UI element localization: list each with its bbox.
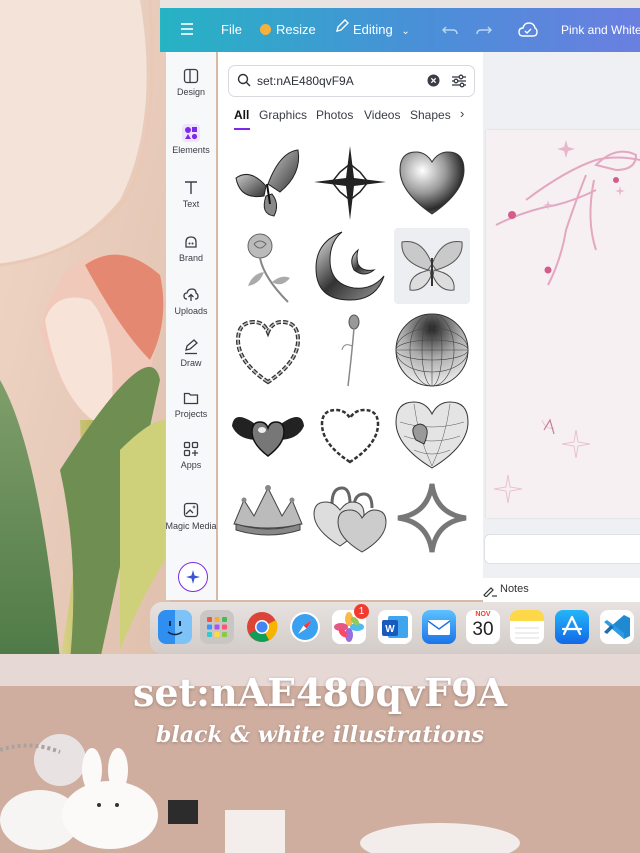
tab-shapes[interactable]: Shapes — [410, 108, 451, 122]
editing-label: Editing — [353, 22, 393, 37]
active-tab-indicator — [234, 128, 250, 130]
sidebar-item-text[interactable]: Text — [166, 180, 216, 209]
search-icon — [237, 73, 251, 92]
chevron-down-icon: ⌄ — [401, 26, 410, 37]
launchpad-icon[interactable] — [200, 610, 234, 644]
apps-icon — [166, 441, 216, 457]
sidebar-item-apps[interactable]: Apps — [166, 441, 216, 470]
chrome-icon[interactable] — [245, 610, 279, 644]
sidebar-item-uploads[interactable]: Uploads — [166, 287, 216, 316]
search-input[interactable]: set:nAE480qvF9A — [228, 65, 475, 97]
svg-text:W: W — [385, 624, 395, 635]
notes-button[interactable]: Notes — [500, 583, 529, 595]
pencil-icon — [335, 7, 349, 51]
sidebar-label-apps: Apps — [180, 460, 202, 470]
elements-panel: set:nAE480qvF9A All Graphics Photos Vide… — [218, 52, 483, 600]
mail-icon[interactable] — [422, 610, 456, 644]
caption-title: set:nAE480qvF9A — [132, 670, 508, 715]
redo-icon[interactable] — [476, 8, 493, 52]
notes-icon — [483, 584, 497, 602]
sidebar-label-projects: Projects — [174, 409, 208, 419]
sparkle-icon — [179, 570, 207, 595]
app-store-icon[interactable] — [555, 610, 589, 644]
element-sparkle-star[interactable] — [394, 480, 470, 556]
element-chain-heart[interactable] — [230, 312, 306, 388]
tab-all[interactable]: All — [234, 108, 249, 122]
draw-icon — [166, 339, 216, 355]
safari-icon[interactable] — [288, 610, 322, 644]
hamburger-icon[interactable] — [180, 8, 194, 52]
crown-badge-icon — [260, 24, 271, 36]
elements-icon — [166, 124, 216, 142]
project-title[interactable]: Pink and White — [561, 8, 640, 52]
sidebar-item-design[interactable]: Design — [166, 68, 216, 97]
tab-videos[interactable]: Videos — [364, 108, 400, 122]
file-menu-button[interactable]: File — [221, 8, 242, 52]
element-crown[interactable] — [230, 480, 306, 556]
uploads-icon — [166, 287, 216, 303]
element-chrome-heart[interactable] — [394, 144, 470, 220]
sidebar-item-brand[interactable]: Brand — [166, 234, 216, 263]
vscode-icon[interactable] — [600, 610, 634, 644]
chevron-right-icon[interactable]: › — [460, 106, 464, 121]
magic-assistant-button[interactable] — [178, 562, 208, 592]
macos-dock: 1 W NOV 30 — [150, 602, 640, 654]
editor-topbar: File Resize Editing ⌄ Pink and White — [160, 8, 640, 52]
cloud-saved-icon[interactable] — [518, 8, 538, 52]
element-butterfly-selected[interactable] — [394, 228, 470, 304]
element-padlock-hearts[interactable] — [312, 480, 388, 556]
text-icon — [166, 180, 216, 196]
calendar-icon[interactable]: NOV 30 — [466, 610, 500, 644]
sidebar-label-text: Text — [182, 199, 200, 209]
element-crescent-moon[interactable] — [312, 228, 388, 304]
element-butterfly[interactable] — [230, 144, 306, 220]
magic-media-icon — [166, 502, 216, 518]
design-icon — [166, 68, 216, 84]
sidebar-label-uploads: Uploads — [174, 306, 208, 316]
sidebar-item-magic-media[interactable]: Magic Media — [165, 502, 217, 531]
resize-label: Resize — [276, 22, 316, 37]
search-query: set:nAE480qvF9A — [257, 74, 354, 88]
sidebar-label-design: Design — [176, 87, 205, 97]
calendar-day: 30 — [472, 619, 494, 640]
element-rose[interactable] — [230, 228, 306, 304]
editor-sidebar: Design Elements Text Brand Uploads Draw … — [165, 52, 217, 600]
element-wireframe-sphere[interactable] — [394, 312, 470, 388]
sidebar-item-draw[interactable]: Draw — [166, 339, 216, 368]
notes-app-icon[interactable] — [510, 610, 544, 644]
photos-badge: 1 — [354, 604, 369, 619]
resize-button[interactable]: Resize — [260, 8, 316, 52]
element-four-point-star[interactable] — [312, 144, 388, 220]
photos-icon[interactable]: 1 — [332, 604, 369, 644]
caption-subtitle: black & white illustrations — [156, 722, 484, 748]
notes-toolbar: Notes — [483, 578, 640, 602]
photo-scene: File Resize Editing ⌄ Pink and White Des… — [0, 0, 640, 853]
element-flower-stem[interactable] — [312, 312, 388, 388]
calendar-month: NOV — [475, 611, 491, 618]
sidebar-item-elements[interactable]: Elements — [166, 124, 216, 155]
page-add-strip[interactable] — [484, 534, 640, 564]
finder-icon[interactable] — [158, 610, 192, 644]
projects-icon — [166, 390, 216, 406]
tab-photos[interactable]: Photos — [316, 108, 353, 122]
element-winged-heart[interactable] — [230, 396, 306, 472]
tab-graphics[interactable]: Graphics — [259, 108, 307, 122]
sidebar-label-draw: Draw — [180, 358, 202, 368]
sidebar-label-elements: Elements — [172, 145, 210, 155]
element-mesh-heart[interactable] — [394, 396, 470, 472]
sidebar-label-magic-media: Magic Media — [165, 521, 217, 531]
clear-search-icon[interactable] — [427, 74, 440, 92]
sidebar-label-brand: Brand — [178, 253, 204, 263]
word-icon[interactable]: W — [378, 610, 412, 644]
editing-mode-button[interactable]: Editing ⌄ — [335, 8, 410, 52]
brand-icon — [166, 234, 216, 250]
sidebar-item-projects[interactable]: Projects — [166, 390, 216, 419]
design-page[interactable] — [486, 130, 640, 518]
filter-icon[interactable] — [451, 73, 467, 94]
undo-icon[interactable] — [441, 8, 458, 52]
element-barbed-heart[interactable] — [312, 396, 388, 472]
